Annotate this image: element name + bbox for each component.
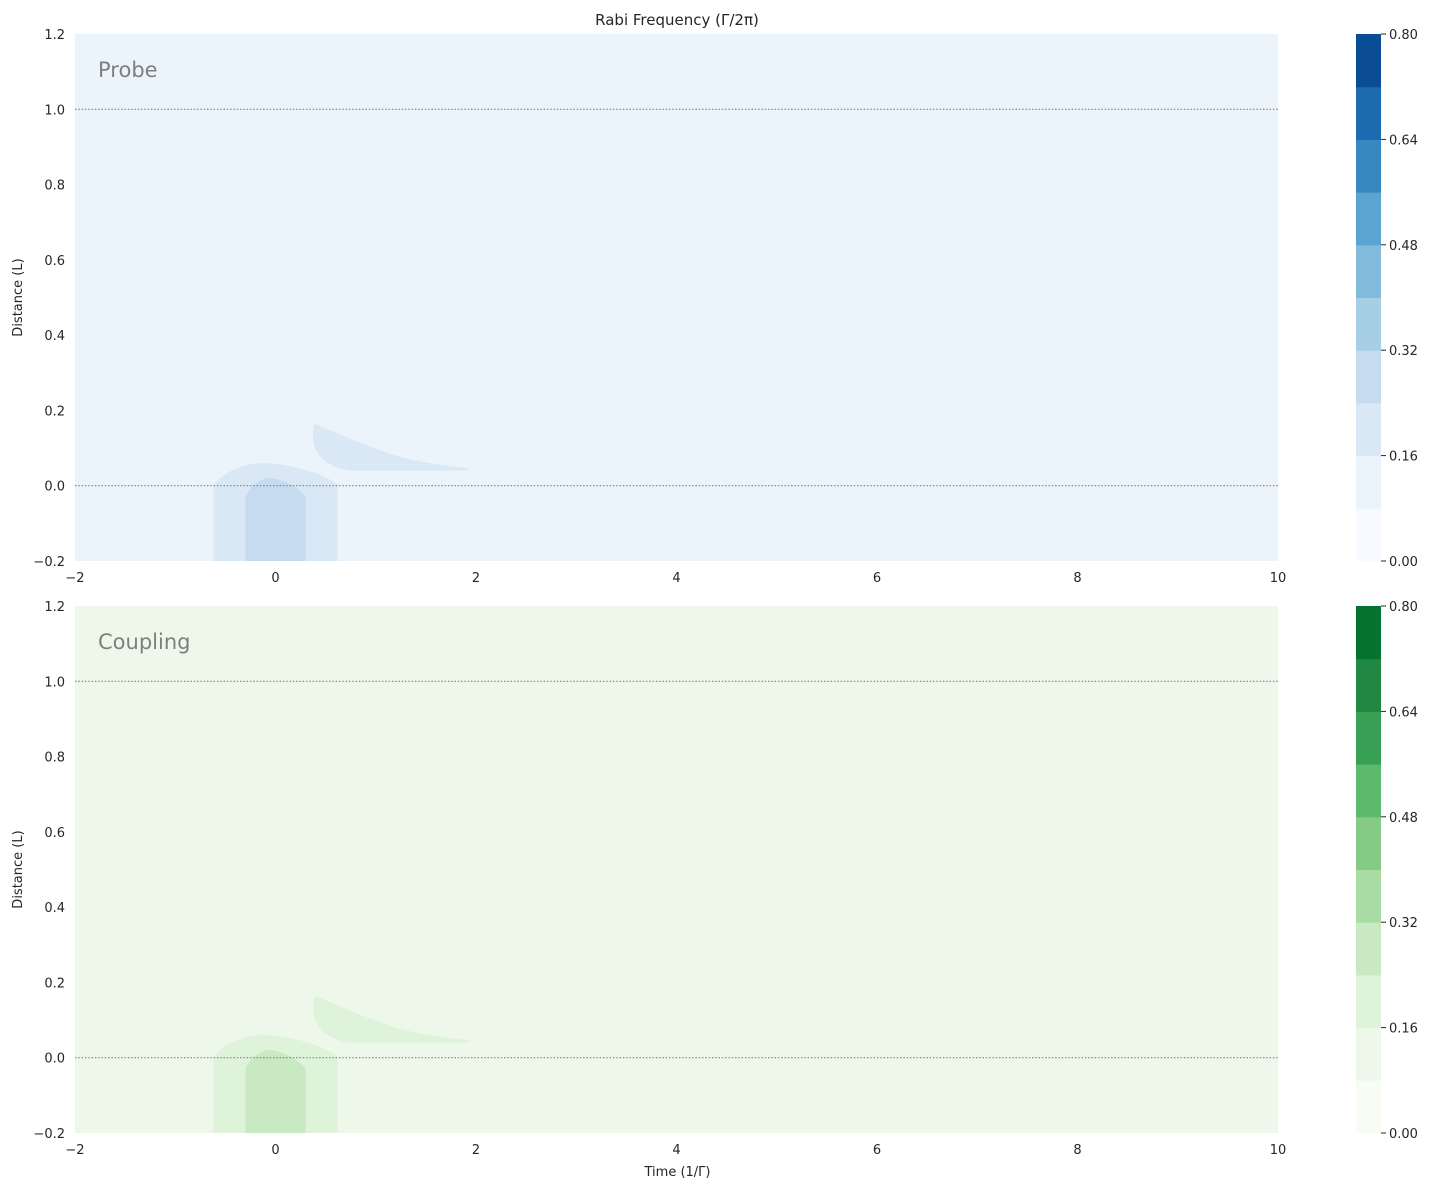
probe-colorbar: 0.00 0.16 0.32 0.48 0.64 0.80 — [1356, 28, 1418, 570]
probe-y-tick-label: −0.2 — [33, 555, 65, 570]
probe-colorbar-tick-label: 0.48 — [1389, 239, 1418, 254]
probe-x-tick-label: 6 — [873, 571, 881, 586]
probe-colorbar-tick-label: 0.64 — [1389, 133, 1418, 148]
coupling-y-tick-label: 0.2 — [44, 976, 65, 991]
probe-y-tick-label: 0.6 — [44, 254, 65, 269]
probe-contour-region-2 — [245, 478, 306, 561]
probe-colorbar-segment — [1356, 34, 1381, 88]
probe-colorbar-segment — [1356, 86, 1381, 140]
coupling-colorbar-tick-label: 0.64 — [1389, 705, 1418, 720]
coupling-y-axis-label: Distance (L) — [11, 830, 26, 908]
probe-y-tick-label: 0.0 — [44, 480, 65, 495]
probe-y-tick-label: 1.0 — [44, 103, 65, 118]
coupling-colorbar-tick-label: 0.48 — [1389, 811, 1418, 826]
coupling-x-tick-label: 2 — [472, 1143, 480, 1158]
probe-colorbar-segment — [1356, 455, 1381, 509]
probe-x-tick-label: 0 — [271, 571, 279, 586]
coupling-colorbar-segment — [1356, 869, 1381, 923]
coupling-y-tick-label: 0.4 — [44, 901, 65, 916]
coupling-colorbar-segment — [1356, 1080, 1381, 1134]
coupling-x-tick-label: 6 — [873, 1143, 881, 1158]
coupling-colorbar-segment — [1356, 1027, 1381, 1081]
probe-panel: −2 0 2 4 6 8 10 −0.2 0.0 0.2 0.4 0.6 0.8 1.0 1.2 Distan… — [11, 28, 1418, 586]
probe-colorbar-segment — [1356, 192, 1381, 246]
probe-y-tick-label: 0.8 — [44, 179, 65, 194]
coupling-contour-region-2 — [245, 1050, 306, 1133]
probe-colorbar-tick-label: 0.16 — [1389, 450, 1418, 465]
coupling-x-tick-label: −2 — [65, 1143, 84, 1158]
probe-colorbar-segment — [1356, 508, 1381, 562]
coupling-x-tick-label: 4 — [672, 1143, 680, 1158]
coupling-colorbar-tick-label: 0.16 — [1389, 1022, 1418, 1037]
coupling-colorbar-segment — [1356, 974, 1381, 1029]
probe-colorbar-tick-label: 0.00 — [1389, 555, 1418, 570]
probe-colorbar-segment — [1356, 139, 1381, 193]
probe-colorbar-tick-label: 0.80 — [1389, 28, 1418, 43]
probe-x-tick-label: −2 — [65, 571, 84, 586]
probe-panel-label: Probe — [98, 58, 158, 82]
coupling-x-axis-label: Time (1/Γ) — [644, 1165, 711, 1180]
coupling-y-tick-label: 0.0 — [44, 1052, 65, 1067]
coupling-y-tick-label: −0.2 — [33, 1127, 65, 1142]
probe-colorbar-segment — [1356, 402, 1381, 457]
coupling-colorbar-segment — [1356, 711, 1381, 765]
coupling-colorbar-segment — [1356, 658, 1381, 712]
rabi-frequency-figure: Rabi Frequency (Γ/2π) −2 0 2 4 6 8 10 −0.2 0.0 0.… — [11, 11, 1418, 1180]
probe-colorbar-segment — [1356, 244, 1381, 298]
coupling-colorbar-segment — [1356, 922, 1381, 976]
coupling-y-tick-label: 1.0 — [44, 675, 65, 690]
probe-y-tick-label: 0.2 — [44, 404, 65, 419]
coupling-colorbar-segment — [1356, 816, 1381, 870]
coupling-panel-label: Coupling — [98, 630, 190, 654]
probe-x-tick-label: 4 — [672, 571, 680, 586]
coupling-colorbar: 0.00 0.16 0.32 0.48 0.64 0.80 — [1356, 600, 1418, 1142]
probe-x-tick-label: 10 — [1270, 571, 1287, 586]
panels: −2 0 2 4 6 8 10 −0.2 0.0 0.2 0.4 0.6 0.8 1.0 1.2 Distan… — [11, 28, 1418, 1180]
coupling-y-tick-label: 0.6 — [44, 826, 65, 841]
coupling-y-tick-label: 1.2 — [44, 600, 65, 615]
probe-colorbar-segment — [1356, 350, 1381, 404]
figure-title: Rabi Frequency (Γ/2π) — [595, 11, 759, 29]
probe-y-axis-label: Distance (L) — [11, 258, 26, 336]
probe-x-tick-label: 2 — [472, 571, 480, 586]
coupling-colorbar-tick-label: 0.00 — [1389, 1127, 1418, 1142]
probe-colorbar-segment — [1356, 297, 1381, 351]
probe-colorbar-tick-label: 0.32 — [1389, 344, 1418, 359]
coupling-y-tick-label: 0.8 — [44, 751, 65, 766]
probe-y-tick-label: 1.2 — [44, 28, 65, 43]
coupling-x-tick-label: 0 — [271, 1143, 279, 1158]
coupling-colorbar-tick-label: 0.80 — [1389, 600, 1418, 615]
coupling-colorbar-segment — [1356, 764, 1381, 818]
probe-y-tick-label: 0.4 — [44, 329, 65, 344]
coupling-x-tick-label: 10 — [1270, 1143, 1287, 1158]
coupling-panel: −2 0 2 4 6 8 10 −0.2 0.0 0.2 0.4 0.6 0.8 1.0 1.2 Distan… — [11, 600, 1418, 1180]
coupling-colorbar-tick-label: 0.32 — [1389, 916, 1418, 931]
probe-x-tick-label: 8 — [1073, 571, 1081, 586]
coupling-x-tick-label: 8 — [1073, 1143, 1081, 1158]
coupling-colorbar-segment — [1356, 606, 1381, 660]
